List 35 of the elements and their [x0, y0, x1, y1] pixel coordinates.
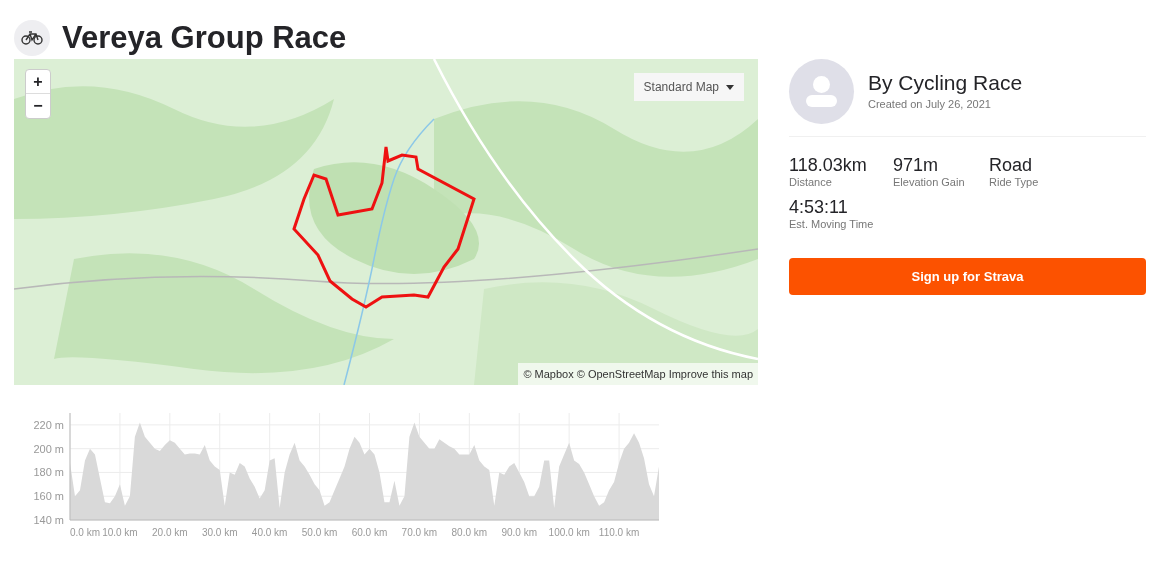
route-map[interactable]: + − Standard Map © Mapbox © OpenStreetMap Improve this map: [14, 59, 758, 385]
y-tick-label: 160 m: [33, 490, 64, 503]
created-date: Created on July 26, 2021: [868, 97, 992, 113]
y-tick-label: 180 m: [33, 466, 64, 479]
y-tick-label: 200 m: [33, 442, 64, 455]
x-tick-label: 50.0 km: [301, 527, 338, 538]
route-title: Vereya Group Race: [62, 22, 347, 53]
y-tick-label: 140 m: [33, 514, 64, 526]
stat-label: Ride Type: [989, 176, 1040, 189]
x-tick-label: 70.0 km: [401, 527, 438, 538]
stat-value: Road: [989, 155, 1034, 176]
stat-label: Distance: [789, 176, 833, 189]
zoom-out-button[interactable]: −: [26, 94, 50, 118]
map-attribution: © Mapbox © OpenStreetMap Improve this map: [518, 362, 758, 385]
x-tick-label: 0.0 km: [70, 527, 100, 538]
x-tick-label: 100.0 km: [548, 527, 590, 538]
x-tick-label: 10.0 km: [102, 527, 138, 538]
stat-value: 4:53:11: [789, 197, 849, 218]
caret-icon: [726, 84, 734, 90]
zoom-in-button[interactable]: +: [26, 70, 50, 94]
map-style-dropdown[interactable]: Standard Map: [633, 73, 744, 101]
x-tick-label: 110.0 km: [598, 527, 640, 538]
bicycle-icon: [14, 19, 50, 56]
x-tick-label: 90.0 km: [501, 527, 538, 538]
x-tick-label: 80.0 km: [451, 527, 488, 538]
stat-label: Elevation Gain: [893, 176, 966, 189]
x-tick-label: 60.0 km: [351, 527, 388, 538]
x-tick-label: 30.0 km: [201, 527, 238, 538]
x-tick-label: 40.0 km: [251, 527, 288, 538]
x-tick-label: 20.0 km: [152, 527, 188, 538]
stat-label: Est. Moving Time: [789, 218, 875, 231]
stat-value: 118.03km: [789, 155, 868, 176]
y-tick-label: 220 m: [33, 418, 64, 431]
stat-value: 971m: [893, 155, 940, 176]
owner-name: By Cycling Race: [868, 70, 1023, 97]
